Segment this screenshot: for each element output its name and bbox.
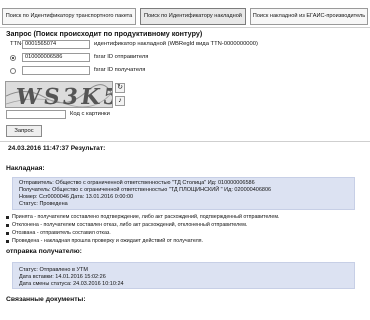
fsrar-sender-label: fsrar ID отправителя xyxy=(94,54,149,60)
waybill-sender: Отправитель: Общество с ограниченной отв… xyxy=(19,180,255,186)
legend-text: Отклонена - получателем составлен отказ,… xyxy=(12,222,248,228)
legend-text: Принята - получателем составлено подтвер… xyxy=(12,214,280,220)
bullet-icon xyxy=(6,224,9,227)
bullet-icon xyxy=(6,216,9,219)
speaker-icon[interactable]: ♪ xyxy=(115,96,125,106)
waybill-heading: Накладная: xyxy=(6,165,45,172)
search-tabs: Поиск по Идентификатору транспортного па… xyxy=(2,8,368,25)
tab-search-by-waybill-id[interactable]: Поиск по Идентификатору накладной xyxy=(140,8,246,25)
captcha-code: WS3K5 xyxy=(14,84,113,108)
send-insert-date: Дата вставки: 14.01.2016 15:02:26 xyxy=(19,274,106,280)
send-status: Статус: Отправлено в УТМ xyxy=(19,267,88,273)
ttn-row: TTN- 0001565074 идентификатор накладной … xyxy=(0,40,370,50)
fsrar-sender-input[interactable]: 010000006586 xyxy=(22,53,90,62)
receiver-row: fsrar ID получателя xyxy=(0,66,370,76)
waybill-receiver: Получатель: Общество с ограниченной отве… xyxy=(19,187,272,193)
form-title: Запрос (Поиск происходит по продуктивном… xyxy=(6,29,203,38)
fsrar-receiver-input[interactable] xyxy=(22,66,90,75)
tab-search-egais-producer[interactable]: Поиск накладной из ЕГАИС-производитель xyxy=(250,8,368,25)
captcha-row: Код с картинки xyxy=(0,110,370,120)
sender-radio[interactable] xyxy=(10,55,16,61)
waybill-box: Отправитель: Общество с ограниченной отв… xyxy=(12,177,355,210)
waybill-number: Номер: Ссr0000046 Дата: 13.01.2016 0:00:… xyxy=(19,194,134,200)
fsrar-receiver-label: fsrar ID получателя xyxy=(94,67,146,73)
receiver-radio[interactable] xyxy=(10,68,16,74)
legend-text: Отозвана - отправитель составил отказ. xyxy=(12,230,111,236)
divider xyxy=(0,27,370,28)
legend-text: Проведена - накладная прошла проверку и … xyxy=(12,238,204,244)
ttn-input[interactable]: 0001565074 xyxy=(22,40,90,49)
result-title: 24.03.2016 11:47:37 Результат: xyxy=(8,145,106,152)
tab-search-by-transport-package[interactable]: Поиск по Идентификатору транспортного па… xyxy=(2,8,136,25)
send-status-change-date: Дата смены статуса: 24.03.2016 10:10:24 xyxy=(19,281,124,287)
refresh-icon[interactable]: ↻ xyxy=(115,83,125,93)
waybill-status: Статус: Проведена xyxy=(19,201,68,207)
captcha-image: WS3K5 xyxy=(5,81,113,108)
send-heading: отправка получателю: xyxy=(6,248,82,255)
ttn-hint: идентификатор накладной (WBRegId вида TT… xyxy=(94,41,258,47)
sender-row: 010000006586 fsrar ID отправителя xyxy=(0,53,370,63)
bullet-icon xyxy=(6,240,9,243)
divider xyxy=(0,141,370,142)
send-box: Статус: Отправлено в УТМ Дата вставки: 1… xyxy=(12,262,355,289)
related-docs-heading: Связанные документы: xyxy=(6,296,86,303)
captcha-input[interactable] xyxy=(6,110,66,119)
bullet-icon xyxy=(6,232,9,235)
captcha-label: Код с картинки xyxy=(70,111,110,117)
submit-button[interactable]: Запрос xyxy=(6,125,42,137)
